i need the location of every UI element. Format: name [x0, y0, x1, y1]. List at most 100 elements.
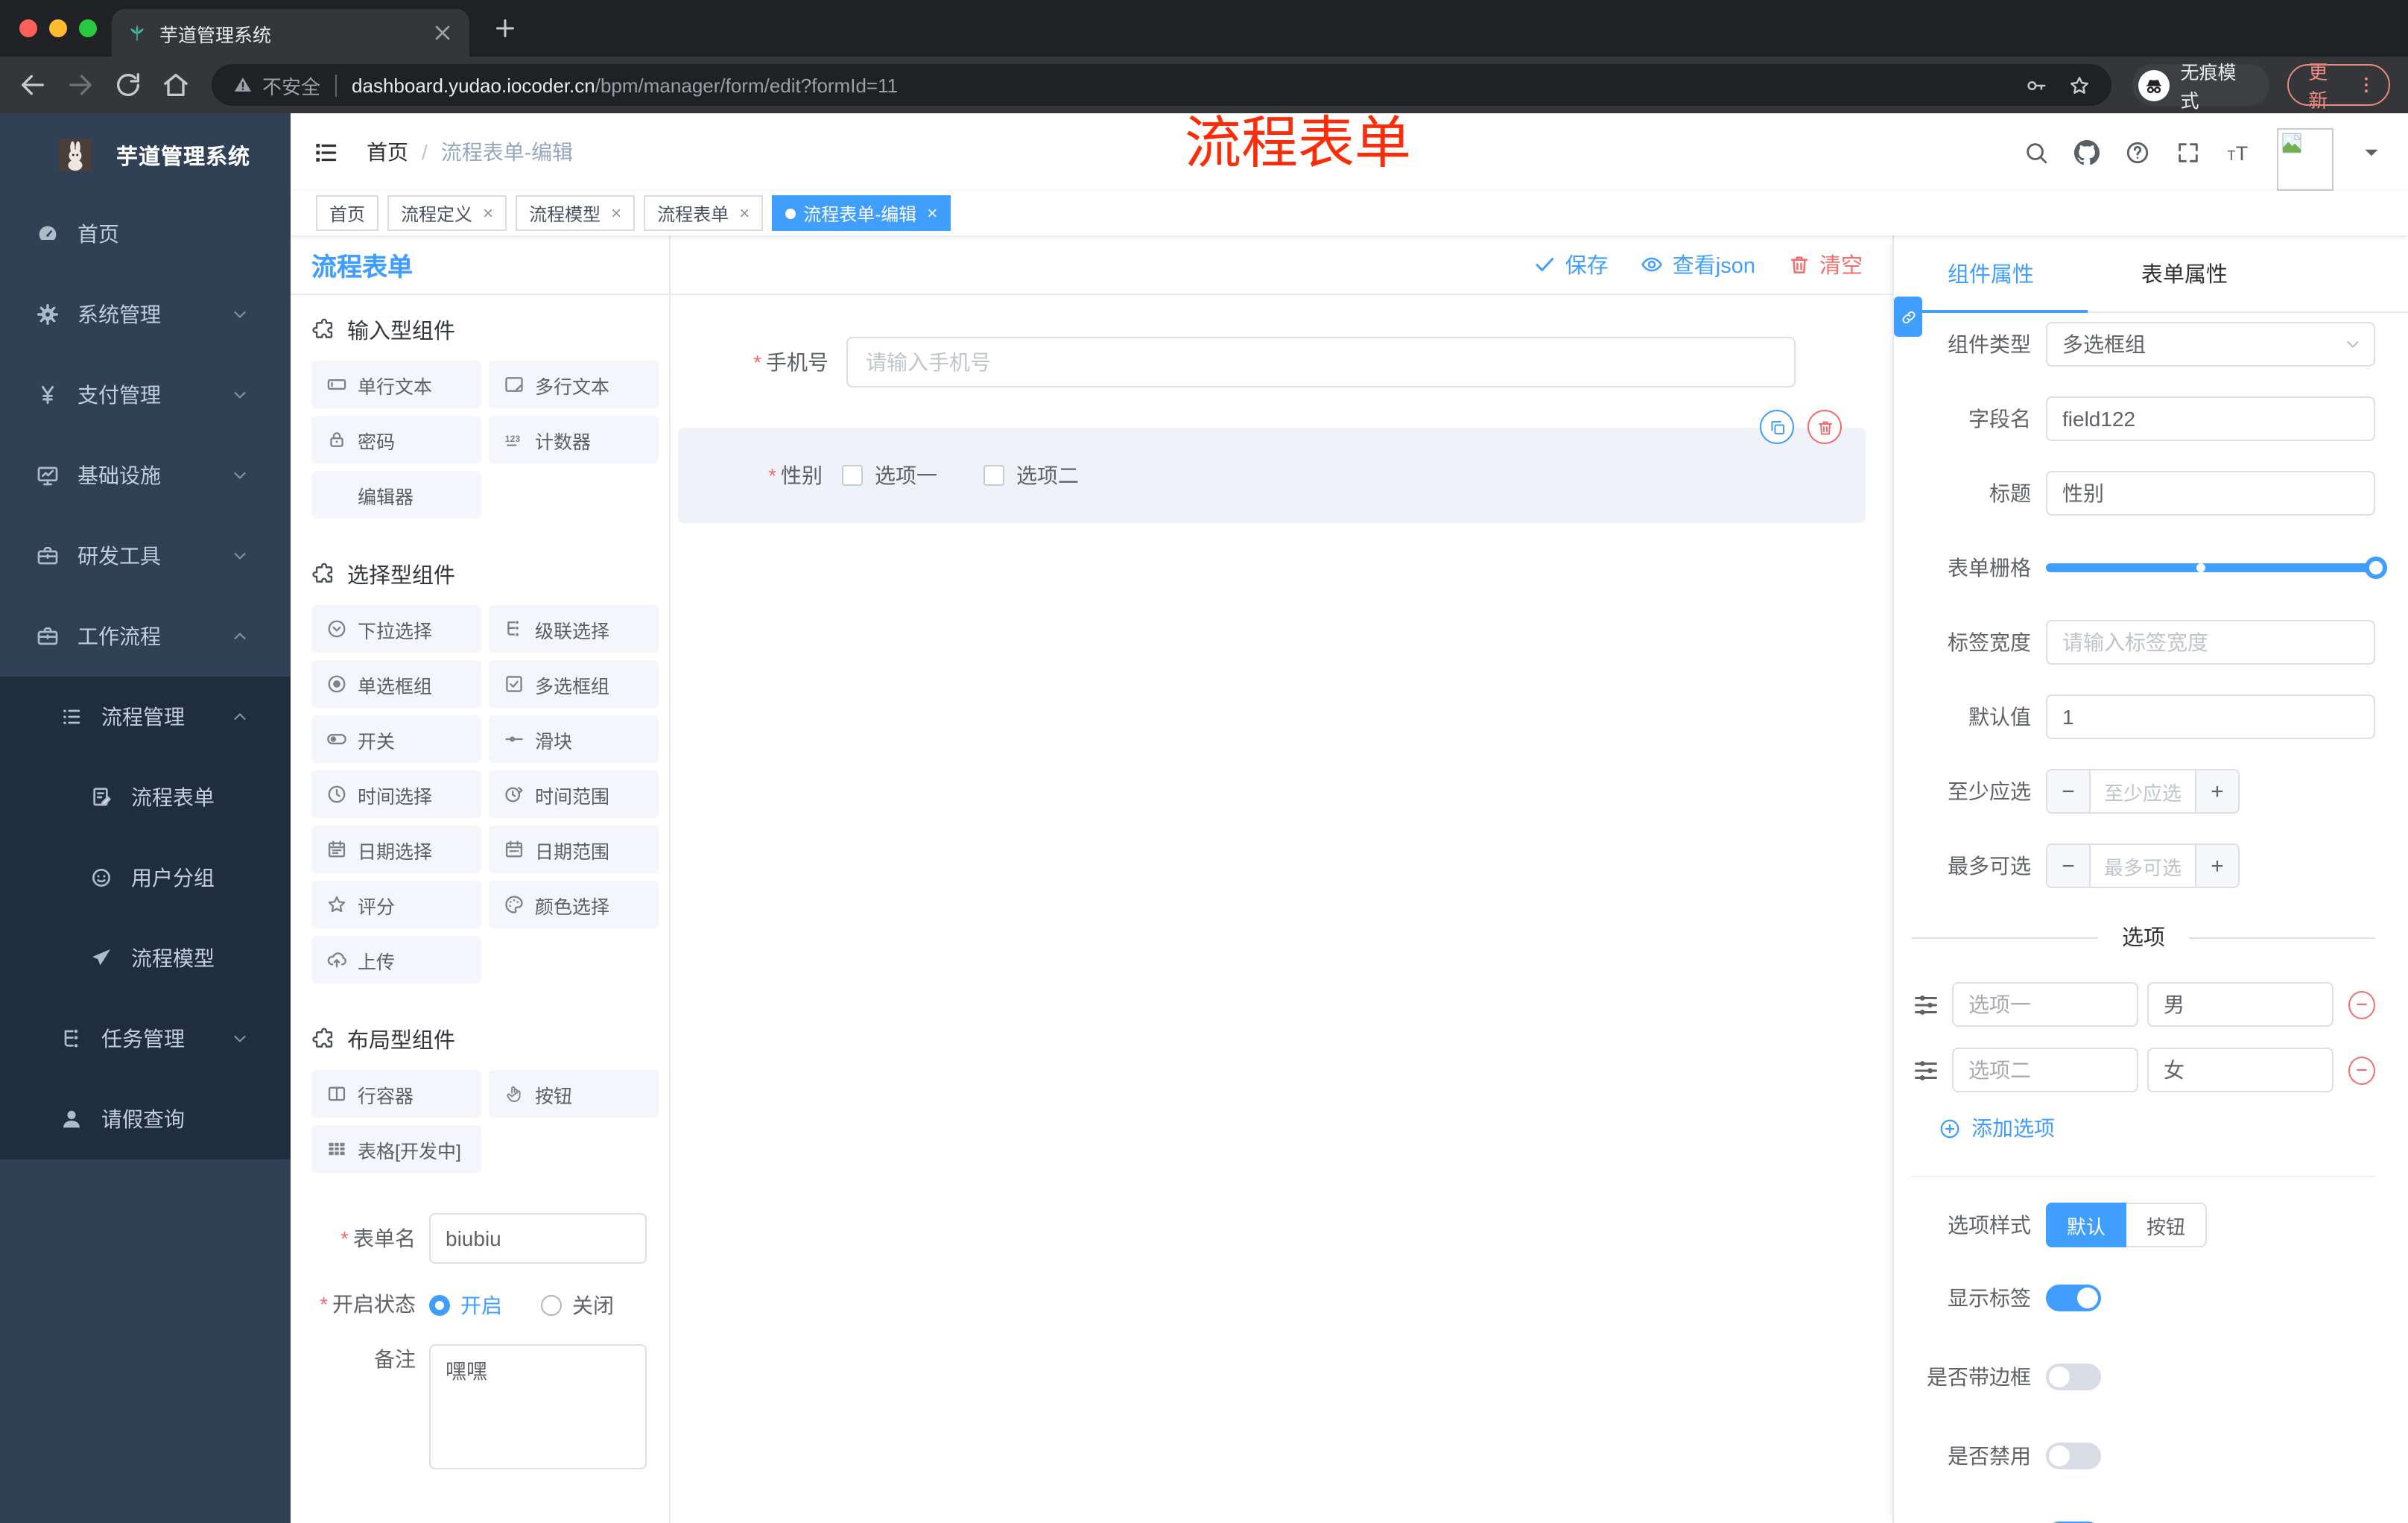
minimize-window-button[interactable]: [49, 19, 67, 37]
minus-button[interactable]: −: [2047, 770, 2091, 812]
component-滑块[interactable]: 滑块: [489, 715, 659, 763]
save-button[interactable]: 保存: [1534, 249, 1609, 280]
expand-icon[interactable]: [2176, 139, 2201, 165]
max-select-placeholder[interactable]: 最多可选: [2091, 845, 2195, 887]
macos-traffic-lights[interactable]: [19, 19, 97, 37]
tab-close-icon[interactable]: [431, 21, 454, 45]
search-icon[interactable]: [2024, 139, 2049, 165]
avatar[interactable]: [2277, 128, 2333, 191]
slider-handle[interactable]: [2365, 557, 2387, 579]
component-计数器[interactable]: 123 计数器: [489, 416, 659, 463]
toggle-是否禁用[interactable]: [2046, 1443, 2101, 1469]
field-name-input[interactable]: [2046, 396, 2375, 441]
sidebar-item-流程管理[interactable]: 流程管理: [0, 677, 291, 757]
style-default-button[interactable]: 默认: [2046, 1203, 2126, 1247]
component-日期范围[interactable]: 日期范围: [489, 826, 659, 873]
component-表格[开发中][interactable]: 表格[开发中]: [311, 1125, 481, 1173]
update-button[interactable]: 更新: [2287, 61, 2391, 112]
grid-slider[interactable]: [2046, 545, 2387, 590]
option-value-input[interactable]: [2147, 982, 2333, 1027]
form-name-input[interactable]: [429, 1213, 647, 1264]
sidebar-item-流程模型[interactable]: 流程模型: [0, 918, 291, 998]
tag-流程模型[interactable]: 流程模型 ×: [516, 195, 636, 231]
component-多行文本[interactable]: 多行文本: [489, 361, 659, 408]
sidebar-item-用户分组[interactable]: 用户分组: [0, 838, 291, 918]
tag-流程表单[interactable]: 流程表单 ×: [644, 195, 764, 231]
component-行容器[interactable]: 行容器: [311, 1070, 481, 1118]
default-value-input[interactable]: [2046, 694, 2375, 739]
component-密码[interactable]: 密码: [311, 416, 481, 463]
sidebar-item-请假查询[interactable]: 请假查询: [0, 1079, 291, 1159]
address-bar[interactable]: 不安全 dashboard.yudao.iocoder.cn/bpm/manag…: [212, 64, 2112, 106]
component-评分[interactable]: 评分: [311, 881, 481, 928]
component-日期选择[interactable]: 日期选择: [311, 826, 481, 873]
tag-close-icon[interactable]: ×: [611, 204, 621, 222]
tag-close-icon[interactable]: ×: [739, 204, 750, 222]
title-input[interactable]: [2046, 471, 2375, 516]
status-radio-开启[interactable]: 开启: [429, 1291, 502, 1320]
duplicate-component-button[interactable]: [1760, 410, 1794, 444]
component-级联选择[interactable]: 级联选择: [489, 605, 659, 653]
gender-field-block-selected[interactable]: 性别 选项一 选项二: [678, 410, 1866, 523]
plus-button[interactable]: +: [2195, 845, 2238, 887]
tag-close-icon[interactable]: ×: [483, 204, 493, 222]
sidebar-item-系统管理[interactable]: 系统管理: [0, 274, 291, 355]
component-下拉选择[interactable]: 下拉选择: [311, 605, 481, 653]
sidebar-item-任务管理[interactable]: 任务管理: [0, 998, 291, 1079]
reload-icon[interactable]: [113, 70, 143, 100]
password-key-icon[interactable]: [2026, 74, 2048, 96]
tab-form-props[interactable]: 表单属性: [2088, 235, 2281, 311]
forward-icon[interactable]: [66, 70, 95, 100]
tag-首页[interactable]: 首页: [316, 195, 379, 231]
status-radio-关闭[interactable]: 关闭: [541, 1291, 614, 1320]
component-上传[interactable]: 上传: [311, 936, 481, 984]
remark-textarea[interactable]: 嘿嘿: [429, 1344, 647, 1469]
component-时间范围[interactable]: 时间范围: [489, 770, 659, 818]
sidebar-item-首页[interactable]: 首页: [0, 194, 291, 274]
breadcrumb-root[interactable]: 首页: [367, 137, 408, 167]
component-单行文本[interactable]: 单行文本: [311, 361, 481, 408]
component-编辑器[interactable]: 编辑器: [311, 471, 481, 519]
view-json-button[interactable]: 查看json: [1641, 249, 1755, 280]
delete-component-button[interactable]: [1807, 410, 1842, 444]
tag-close-icon[interactable]: ×: [927, 204, 937, 222]
phone-field-row[interactable]: 手机号: [671, 337, 1892, 387]
new-tab-icon[interactable]: [492, 15, 519, 42]
help-icon[interactable]: [2125, 139, 2150, 165]
phone-input[interactable]: [846, 337, 1796, 387]
add-option-button[interactable]: 添加选项: [1939, 1113, 2375, 1143]
github-icon[interactable]: [2074, 139, 2100, 165]
sidebar-item-流程表单[interactable]: 流程表单: [0, 757, 291, 838]
component-按钮[interactable]: 按钮: [489, 1070, 659, 1118]
back-icon[interactable]: [18, 70, 48, 100]
font-size-icon[interactable]: TT: [2226, 139, 2252, 165]
tag-流程定义[interactable]: 流程定义 ×: [387, 195, 507, 231]
remove-option-button[interactable]: [2348, 990, 2375, 1019]
toggle-显示标签[interactable]: [2046, 1285, 2101, 1311]
avatar-caret-icon[interactable]: [2359, 139, 2384, 165]
checkbox-option-选项二[interactable]: 选项二: [983, 460, 1079, 490]
plus-button[interactable]: +: [2195, 770, 2238, 812]
toggle-是否带边框[interactable]: [2046, 1364, 2101, 1390]
sidebar-logo[interactable]: 芋道管理系统: [0, 119, 291, 191]
component-颜色选择[interactable]: 颜色选择: [489, 881, 659, 928]
close-window-button[interactable]: [19, 19, 37, 37]
collapse-menu-icon[interactable]: [311, 138, 340, 166]
sidebar-item-支付管理[interactable]: 支付管理: [0, 355, 291, 435]
sidebar-item-工作流程[interactable]: 工作流程: [0, 596, 291, 677]
component-开关[interactable]: 开关: [311, 715, 481, 763]
checkbox-option-选项一[interactable]: 选项一: [842, 460, 937, 490]
min-select-placeholder[interactable]: 至少应选: [2091, 770, 2195, 812]
option-value-input[interactable]: [2147, 1048, 2333, 1092]
component-时间选择[interactable]: 时间选择: [311, 770, 481, 818]
bookmark-star-icon[interactable]: [2069, 74, 2091, 96]
zoom-window-button[interactable]: [79, 19, 97, 37]
browser-menu-dots-icon[interactable]: [2356, 75, 2377, 95]
option-label-input[interactable]: [1952, 1048, 2138, 1092]
option-label-input[interactable]: [1952, 982, 2138, 1027]
home-icon[interactable]: [161, 70, 191, 100]
sidebar-item-基础设施[interactable]: 基础设施: [0, 435, 291, 516]
sidebar-item-研发工具[interactable]: 研发工具: [0, 516, 291, 596]
component-多选框组[interactable]: 多选框组: [489, 660, 659, 708]
remove-option-button[interactable]: [2348, 1056, 2375, 1084]
